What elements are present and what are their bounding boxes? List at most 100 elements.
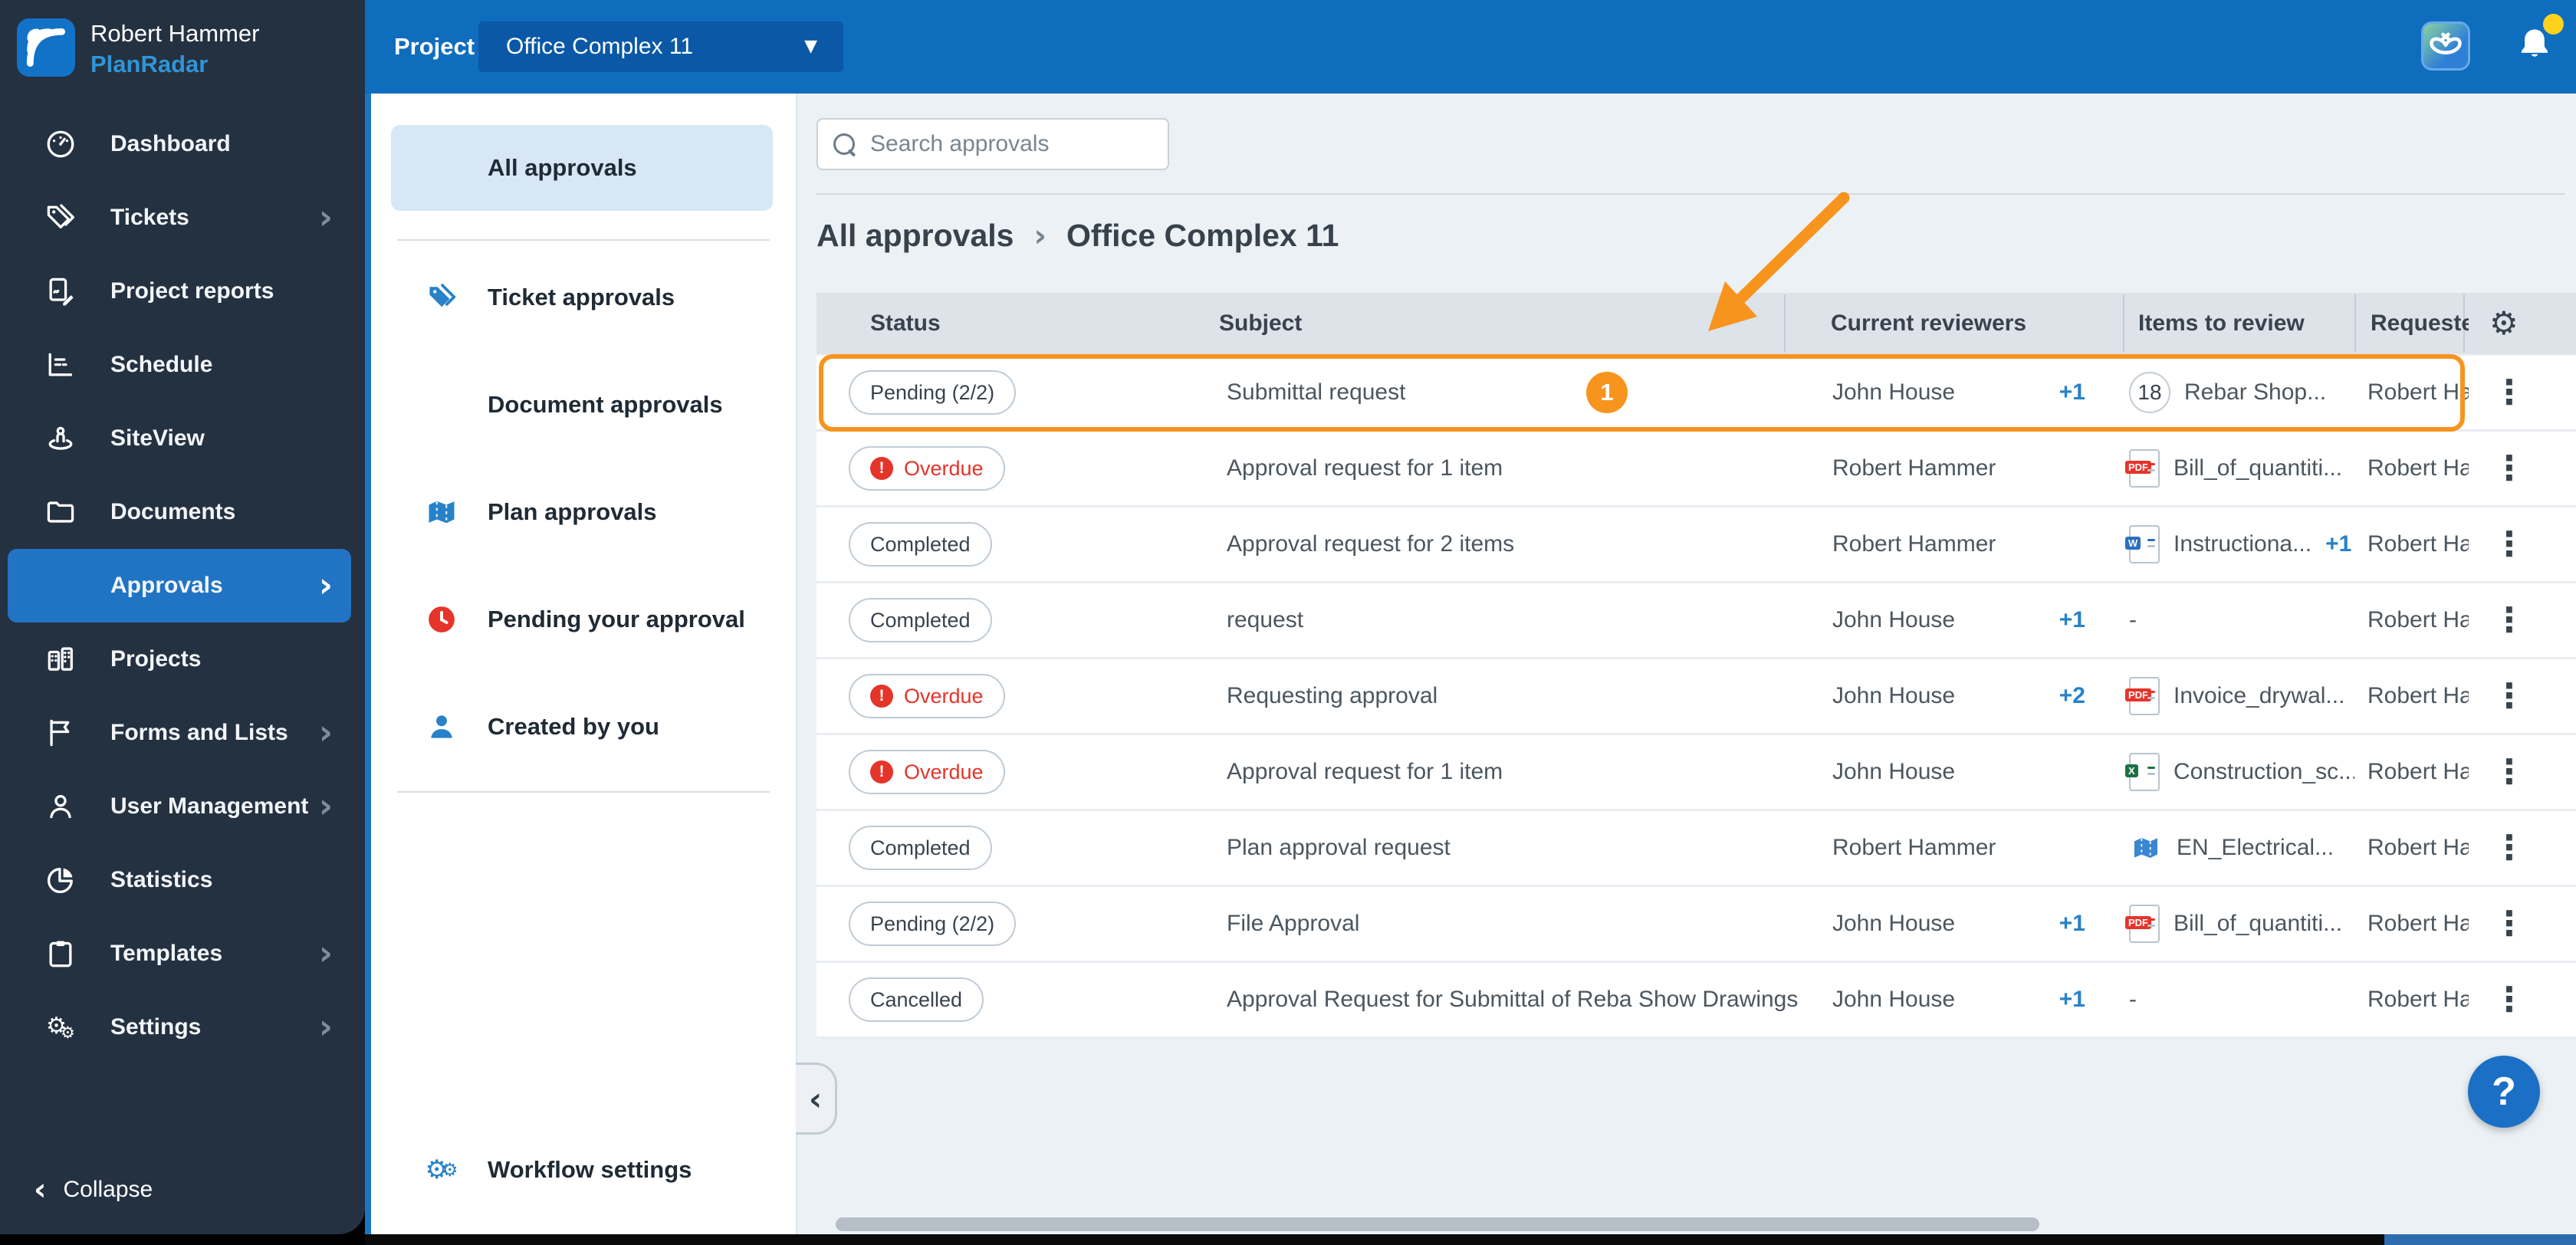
column-header-requester[interactable]: Requester: [2371, 293, 2469, 354]
row-menu-kebab-icon[interactable]: ⋮: [2492, 449, 2526, 488]
sidebar-item-settings[interactable]: ⚙⚙ Settings ›: [8, 990, 351, 1064]
sidebar-item-statistics[interactable]: Statistics: [8, 843, 351, 917]
table-row[interactable]: Cancelled Approval Request for Submittal …: [816, 963, 2576, 1039]
status-badge: Pending (2/2): [849, 370, 1017, 415]
sidebar-item-templates[interactable]: Templates ›: [8, 917, 351, 990]
workflow-gears-icon: ⚙ ⚙: [425, 1155, 458, 1185]
items-to-review-cell[interactable]: PDF Bill_of_quantiti...: [2125, 449, 2342, 488]
items-to-review-cell[interactable]: EN_Electrical...: [2129, 833, 2334, 863]
status-label: Pending (2/2): [870, 380, 995, 404]
approvals-filter-all-approvals[interactable]: All approvals: [391, 125, 773, 211]
chevron-right-icon: ›: [318, 713, 333, 752]
subject-cell[interactable]: Plan approval request: [1227, 835, 1451, 861]
sidebar-item-project-reports[interactable]: Project reports: [8, 255, 351, 328]
items-to-review-cell[interactable]: -: [2129, 987, 2137, 1013]
items-to-review-cell[interactable]: X Construction_sc...: [2125, 753, 2354, 791]
collapse-button[interactable]: ‹ Collapse: [34, 1174, 153, 1205]
project-selector[interactable]: Office Complex 11 ▼: [478, 21, 843, 72]
templates-icon: [43, 936, 78, 971]
workflow-settings-button[interactable]: ⚙ ⚙ Workflow settings: [391, 1127, 773, 1213]
items-to-review-cell[interactable]: PDF Bill_of_quantiti...: [2125, 905, 2342, 943]
reviewer-extra-count[interactable]: +1: [1997, 379, 2085, 406]
subject-cell[interactable]: Approval Request for Submittal of Reba S…: [1227, 987, 1798, 1013]
row-menu-kebab-icon[interactable]: ⋮: [2492, 905, 2526, 944]
items-to-review-cell[interactable]: W Instructiona... +1: [2125, 525, 2351, 563]
reviewer-extra-count[interactable]: +2: [1997, 683, 2085, 709]
items-to-review-cell[interactable]: -: [2129, 607, 2137, 633]
connect-icon: [2430, 32, 2462, 54]
approvals-filter-created-by-you[interactable]: Created by you: [391, 684, 773, 770]
row-menu-kebab-icon[interactable]: ⋮: [2492, 373, 2526, 412]
subject-cell[interactable]: Approval request for 2 items: [1227, 531, 1514, 557]
approvals-icon: [43, 568, 78, 603]
subject-cell[interactable]: Requesting approval: [1227, 683, 1438, 709]
approvals-filter-plan-approvals[interactable]: Plan approvals: [391, 469, 773, 555]
items-extra-count[interactable]: +1: [2325, 531, 2351, 557]
column-header-current-reviewers[interactable]: Current reviewers: [1831, 293, 2026, 354]
row-menu-kebab-icon[interactable]: ⋮: [2492, 981, 2526, 1020]
sidebar-item-label: Statistics: [110, 867, 213, 892]
sidebar-item-dashboard[interactable]: Dashboard: [8, 107, 351, 181]
status-label: Cancelled: [870, 987, 963, 1011]
subject-cell[interactable]: File Approval: [1227, 911, 1359, 937]
items-to-review-cell[interactable]: 18 Rebar Shop...: [2129, 372, 2326, 413]
sidebar-item-user-management[interactable]: User Management ›: [8, 770, 351, 843]
row-menu-kebab-icon[interactable]: ⋮: [2492, 753, 2526, 792]
breadcrumb-all-approvals[interactable]: All approvals: [816, 218, 1014, 254]
connect-app-button[interactable]: [2421, 21, 2470, 71]
table-row[interactable]: ! Overdue Approval request for 1 item John …: [816, 735, 2576, 811]
horizontal-scrollbar[interactable]: [836, 1217, 2039, 1231]
sidebar-item-schedule[interactable]: Schedule: [8, 328, 351, 402]
approvals-filter-document-approvals[interactable]: Document approvals: [391, 362, 773, 448]
subject-cell[interactable]: Approval request for 1 item: [1227, 455, 1503, 481]
row-menu-kebab-icon[interactable]: ⋮: [2492, 829, 2526, 868]
table-settings-gear-icon[interactable]: ⚙: [2489, 293, 2518, 354]
sidebar-item-documents[interactable]: Documents: [8, 475, 351, 549]
reviewer-extra-count[interactable]: +1: [1997, 987, 2085, 1013]
sidebar-item-siteview[interactable]: SiteView: [8, 402, 351, 475]
table-row[interactable]: ! Overdue Approval request for 1 item Rober…: [816, 432, 2576, 508]
sidebar-item-forms-and-lists[interactable]: Forms and Lists ›: [8, 696, 351, 770]
sidebar-item-projects[interactable]: Projects: [8, 622, 351, 696]
column-header-subject[interactable]: Subject: [1219, 293, 1302, 354]
sidebar-item-approvals[interactable]: Approvals ›: [8, 549, 351, 622]
settings-icon: ⚙⚙: [46, 1013, 75, 1042]
table-row[interactable]: Pending (2/2) File Approval John House +1 PD…: [816, 887, 2576, 963]
panel-collapse-handle[interactable]: ‹: [796, 1063, 837, 1135]
siteview-icon: [43, 421, 78, 456]
search-input[interactable]: [869, 130, 1132, 158]
planradar-logo-icon[interactable]: [17, 18, 75, 77]
reviewer-extra-count[interactable]: +1: [1997, 607, 2085, 633]
dashboard-icon: [43, 126, 78, 162]
status-label: Overdue: [904, 456, 984, 480]
table-row[interactable]: Pending (2/2) Submittal request 1 John Hous…: [816, 354, 2576, 432]
column-header-items-to-review[interactable]: Items to review: [2138, 293, 2305, 354]
status-badge: ! Overdue: [849, 446, 1005, 491]
reviewer-cell: John House: [1832, 607, 1956, 632]
sidebar-item-tickets[interactable]: Tickets ›: [8, 181, 351, 255]
subject-cell[interactable]: request: [1227, 607, 1303, 633]
search-box[interactable]: [816, 118, 1169, 170]
table-row[interactable]: ! Overdue Requesting approval John House +2 P…: [816, 659, 2576, 735]
table-row[interactable]: Completed Plan approval request Robert Ham…: [816, 811, 2576, 887]
column-header-status[interactable]: Status: [870, 293, 941, 354]
subject-cell[interactable]: Approval request for 1 item: [1227, 759, 1503, 785]
chevron-right-icon: ›: [1033, 218, 1046, 254]
subject-cell[interactable]: Submittal request: [1227, 379, 1405, 406]
table-row[interactable]: Completed Approval request for 2 items Rob…: [816, 508, 2576, 583]
reviewer-extra-count[interactable]: +1: [1997, 911, 2085, 937]
tickets-icon: [43, 200, 78, 235]
table-header: ⚙ Status Subject Current reviewers Items to…: [816, 293, 2576, 354]
approvals-filter-pending-your-approval[interactable]: Pending your approval: [391, 577, 773, 662]
brand-name: PlanRadar: [90, 51, 209, 77]
approvals-filter-ticket-approvals[interactable]: Ticket approvals: [391, 255, 773, 340]
items-file-name: -: [2129, 987, 2137, 1012]
row-menu-kebab-icon[interactable]: ⋮: [2492, 677, 2526, 716]
status-badge: Completed: [849, 826, 992, 870]
row-menu-kebab-icon[interactable]: ⋮: [2492, 525, 2526, 564]
items-to-review-cell[interactable]: PDF Invoice_drywal...: [2125, 677, 2344, 715]
help-button[interactable]: ?: [2468, 1056, 2540, 1128]
table-row[interactable]: Completed request John House +1 - Robert Ha ⋮: [816, 583, 2576, 659]
filter-label: Ticket approvals: [488, 284, 675, 310]
row-menu-kebab-icon[interactable]: ⋮: [2492, 601, 2526, 640]
